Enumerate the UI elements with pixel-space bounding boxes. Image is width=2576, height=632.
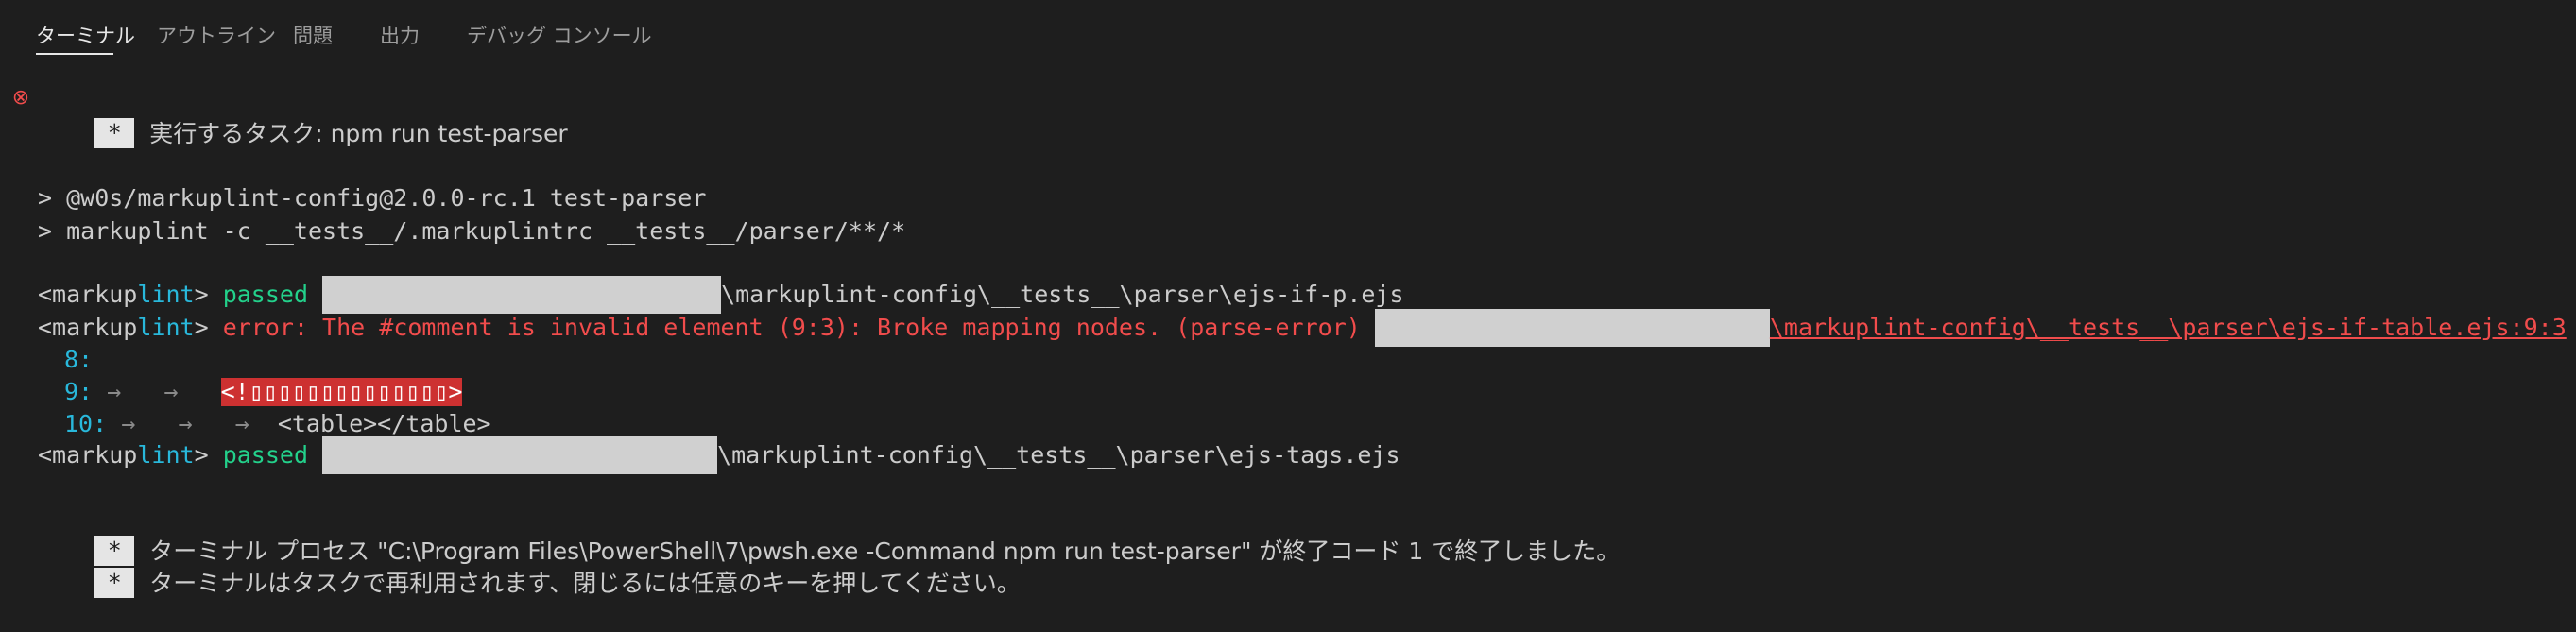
markuplint-prefix: <markup: [38, 281, 138, 308]
result-line-passed-2: <markuplint> passed \markuplint-config\_…: [38, 436, 1400, 474]
terminal-output[interactable]: ⊗ * 実行するタスク: npm run test-parser > @w0s/m…: [0, 0, 2576, 598]
code-line-10: 10: → → → <table></table>: [64, 408, 491, 440]
tab-arrow-icon: →: [163, 378, 179, 405]
task-header-line: * 実行するタスク: npm run test-parser: [38, 86, 568, 148]
code-line-8: 8:: [64, 344, 93, 376]
error-file-link[interactable]: \markuplint-config\__tests__\parser\ejs-…: [1770, 314, 2567, 341]
star-badge: *: [94, 568, 135, 598]
markuplint-lint-word: lint: [137, 314, 195, 341]
result-line-error: <markuplint> error: The #comment is inva…: [38, 309, 2567, 347]
tab-arrow-icon: →: [121, 410, 136, 437]
markuplint-prefix: <markup: [38, 314, 138, 341]
tab-arrow-icon: →: [107, 378, 122, 405]
reuse-message: ターミナルはタスクで再利用されます、閉じるには任意のキーを押してください。: [149, 570, 1021, 597]
process-exit-line: * ターミナル プロセス "C:\Program Files\PowerShell…: [38, 504, 1620, 566]
reuse-hint-line: * ターミナルはタスクで再利用されます、閉じるには任意のキーを押してください。: [38, 536, 1021, 598]
redacted-path: [322, 436, 718, 474]
passed-status: passed: [222, 441, 309, 469]
error-highlight: <!▯▯▯▯▯▯▯▯▯▯▯▯▯▯>: [220, 378, 463, 406]
redacted-path: [1374, 309, 1770, 347]
redacted-path: [322, 276, 722, 314]
markuplint-suffix: >: [194, 314, 209, 341]
tab-arrow-icon: →: [234, 410, 249, 437]
markuplint-suffix: >: [194, 281, 209, 308]
markuplint-suffix: >: [194, 441, 209, 469]
passed-status: passed: [222, 281, 309, 308]
file-path: \markuplint-config\__tests__\parser\ejs-…: [721, 281, 1404, 308]
command-line-1: > @w0s/markuplint-config@2.0.0-rc.1 test…: [38, 184, 707, 212]
command-line-2: > markuplint -c __tests__/.markuplintrc …: [38, 217, 906, 245]
file-path: \markuplint-config\__tests__\parser\ejs-…: [717, 441, 1400, 469]
markuplint-lint-word: lint: [137, 281, 195, 308]
markuplint-prefix: <markup: [38, 441, 138, 469]
markuplint-lint-word: lint: [137, 441, 195, 469]
task-label: 実行するタスク: npm run test-parser: [149, 120, 568, 147]
line-number: 9:: [64, 378, 94, 405]
tab-arrow-icon: →: [178, 410, 193, 437]
code-line-9: 9: → → <!▯▯▯▯▯▯▯▯▯▯▯▯▯▯>: [64, 376, 463, 408]
line-number: 8:: [64, 346, 94, 373]
line-number: 10:: [64, 410, 108, 437]
code-text: <table></table>: [277, 410, 491, 437]
task-failed-icon: ⊗: [11, 86, 30, 110]
result-line-passed-1: <markuplint> passed \markuplint-config\_…: [38, 276, 1404, 314]
task-star-badge: *: [94, 118, 135, 148]
error-message: error: The #comment is invalid element (…: [222, 314, 1361, 341]
